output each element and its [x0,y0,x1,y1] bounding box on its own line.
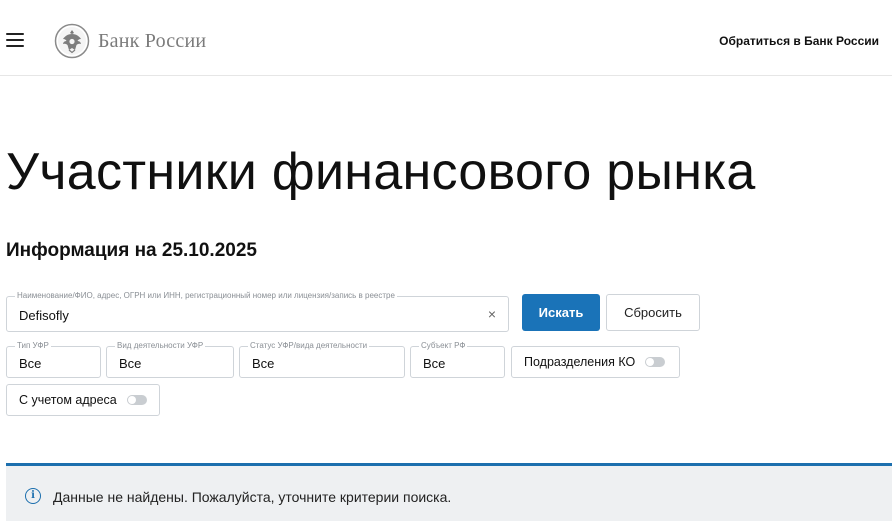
search-input[interactable]: Наименование/ФИО, адрес, ОГРН или ИНН, р… [6,291,509,332]
subject-select[interactable]: Субъект РФ Все [410,341,505,378]
page-title: Участники финансового рынка [6,143,756,201]
contact-bank-link[interactable]: Обратиться в Банк России [719,34,879,48]
with-address-label: С учетом адреса [19,393,117,407]
reset-button[interactable]: Сбросить [606,294,700,331]
logo[interactable]: Банк России [54,22,206,60]
subject-select-label: Субъект РФ [419,341,468,350]
ko-divisions-label: Подразделения КО [524,355,636,369]
info-date-heading: Информация на 25.10.2025 [6,240,257,261]
status-select[interactable]: Статус УФР/вида деятельности Все [239,341,405,378]
status-select-value: Все [252,356,275,371]
with-address-toggle[interactable]: С учетом адреса [6,384,160,416]
clear-icon[interactable]: × [488,306,496,322]
no-results-notice: i Данные не найдены. Пожалуйста, уточнит… [6,463,892,521]
search-input-label: Наименование/ФИО, адрес, ОГРН или ИНН, р… [15,291,397,300]
status-select-label: Статус УФР/вида деятельности [248,341,370,350]
site-header: Банк России Обратиться в Банк России [0,0,892,76]
bank-emblem-icon [54,23,90,59]
menu-icon[interactable] [6,33,24,47]
type-select-value: Все [19,356,42,371]
subject-select-value: Все [423,356,446,371]
search-button[interactable]: Искать [522,294,600,331]
activity-select-label: Вид деятельности УФР [115,341,206,350]
toggle-switch-icon[interactable] [126,395,147,405]
toggle-switch-icon[interactable] [645,357,666,367]
brand-name: Банк России [98,29,207,52]
type-select[interactable]: Тип УФР Все [6,341,101,378]
search-input-value[interactable]: Defisofly [19,308,69,323]
activity-select-value: Все [119,356,142,371]
notice-text: Данные не найдены. Пожалуйста, уточните … [53,489,452,505]
info-icon: i [25,488,41,504]
activity-select[interactable]: Вид деятельности УФР Все [106,341,234,378]
type-select-label: Тип УФР [15,341,51,350]
ko-divisions-toggle[interactable]: Подразделения КО [511,346,680,378]
